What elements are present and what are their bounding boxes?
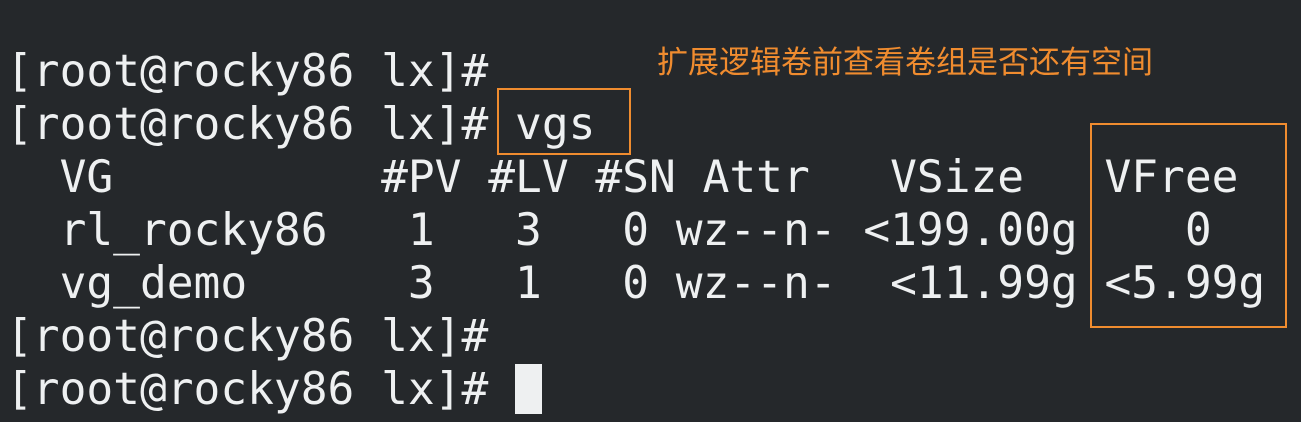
terminal-line-prompt-2: [root@rocky86 lx]# xyxy=(6,311,489,362)
terminal-cursor xyxy=(515,364,542,414)
terminal-window[interactable]: [root@rocky86 lx]# [root@rocky86 lx]# vg… xyxy=(0,0,1301,422)
terminal-line-table-header: VG #PV #LV #SN Attr VSize VFree xyxy=(6,152,1239,203)
terminal-line-prompt-current: [root@rocky86 lx]# xyxy=(6,364,516,415)
terminal-line-row-rl-rocky86: rl_rocky86 1 3 0 wz--n- <199.00g 0 xyxy=(6,205,1212,256)
highlight-box-vgs-command xyxy=(497,88,631,155)
terminal-line-prompt-1: [root@rocky86 lx]# xyxy=(6,46,489,97)
terminal-line-row-vg-demo: vg_demo 3 1 0 wz--n- <11.99g <5.99g xyxy=(6,258,1266,309)
annotation-text: 扩展逻辑卷前查看卷组是否还有空间 xyxy=(657,45,1153,81)
highlight-box-vfree-column xyxy=(1090,123,1287,328)
